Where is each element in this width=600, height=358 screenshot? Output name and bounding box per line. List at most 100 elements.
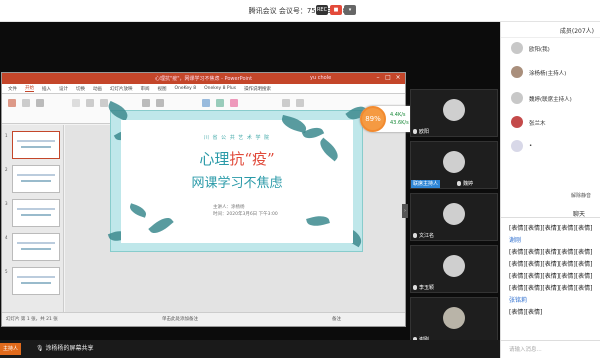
close-icon[interactable]: × <box>393 74 403 82</box>
slide-title: 心理抗“疫” <box>199 150 275 168</box>
host-badge: 主持人 <box>0 343 22 355</box>
meeting-title: 腾讯会议 会议号：754 197 489 <box>248 7 352 15</box>
chat-input-placeholder: 请输入消息... <box>509 347 542 353</box>
minimize-icon[interactable]: – <box>373 74 383 82</box>
meeting-title-bar: 腾讯会议 会议号：754 197 489 REC ■ ▾ <box>0 0 600 22</box>
slide-thumbnail[interactable]: 4 <box>5 233 60 261</box>
members-header: 成员(207人) <box>501 22 600 38</box>
tab-transitions[interactable]: 切换 <box>76 86 85 92</box>
slide-time: 时间：2020年3月6日 下午3:00 <box>213 212 278 217</box>
member-item[interactable]: 欧阳(我) <box>511 42 597 56</box>
video-tile-name: 李玉颖 <box>419 285 435 291</box>
tab-slideshow[interactable]: 幻灯片放映 <box>110 86 133 92</box>
chat-message: [表情][表情][表情][表情][表情] <box>509 225 593 232</box>
tab-onekey8plus[interactable]: Onekey 8 Plus <box>204 86 236 91</box>
layout-icon[interactable] <box>36 99 44 107</box>
video-tile[interactable]: 文江名 <box>410 193 498 241</box>
ppt-user: yu chole <box>310 75 332 81</box>
ppt-ribbon-tabs: 文件 开始 插入 设计 切换 动画 幻灯片放映 审阅 视图 OneKey 8 O… <box>2 84 405 94</box>
video-tile-name: 文江名 <box>419 233 435 239</box>
member-item[interactable]: 魏婷(联席主持人) <box>511 92 597 106</box>
slide-thumbnails-pane: 1 2 3 4 5 <box>2 125 64 313</box>
notes-placeholder[interactable]: 单击此处添加备注 <box>162 316 198 322</box>
paste-icon[interactable] <box>8 99 16 107</box>
chat-tab[interactable]: 聊天 <box>573 209 585 218</box>
mic-icon <box>413 129 417 134</box>
member-item[interactable]: 张兰木 <box>511 116 597 130</box>
members-count: 成员(207人) <box>559 28 594 35</box>
chat-message: [表情][表情] <box>509 309 543 316</box>
chat-sender[interactable]: 谢刚 <box>509 236 600 245</box>
slide-thumbnail[interactable]: 1 <box>5 131 60 159</box>
paragraph-icon[interactable] <box>142 99 150 107</box>
member-name: 魏婷(联席主持人) <box>529 97 572 103</box>
slide-thumbnail[interactable]: 5 <box>5 267 60 295</box>
leaf-decoration <box>128 203 148 218</box>
tab-file[interactable]: 文件 <box>8 86 17 92</box>
side-panel: 成员(207人) 欧阳(我) 涂杨杨(主持人) 魏婷(联席主持人) 张兰木 • … <box>500 22 600 358</box>
current-slide[interactable]: 川 省 公 共 艺 术 学 院 心理抗“疫” 网课学习不焦虑 主讲人：涂杨杨 时… <box>105 100 369 252</box>
italic-icon[interactable] <box>100 99 108 107</box>
notes-button[interactable]: 备注 <box>332 316 341 322</box>
find-icon[interactable] <box>282 99 290 107</box>
bold-icon[interactable] <box>86 99 94 107</box>
avatar <box>443 255 465 277</box>
avatar <box>443 203 465 225</box>
video-tile[interactable]: 联席主持人 魏婷 <box>410 141 498 189</box>
chat-sender[interactable]: 张铭莉 <box>509 296 600 305</box>
stop-share-icon[interactable]: ■ <box>330 5 342 15</box>
align-icon[interactable] <box>156 99 164 107</box>
chat-input[interactable]: 请输入消息... <box>501 340 600 356</box>
share-owner-label: 🎙 涂杨杨的屏幕共享 <box>36 345 94 352</box>
ppt-window-title: 心理抗"疫"，网课学习不焦虑 - PowerPoint <box>154 76 253 82</box>
leaf-decoration <box>148 213 174 238</box>
tab-design[interactable]: 设计 <box>59 86 68 92</box>
member-item[interactable]: 涂杨杨(主持人) <box>511 66 597 80</box>
rec-indicator[interactable]: REC <box>316 5 328 15</box>
arrange-icon[interactable] <box>216 99 224 107</box>
tab-view[interactable]: 视图 <box>158 86 167 92</box>
font-icon[interactable] <box>72 99 80 107</box>
avatar <box>511 42 523 54</box>
upload-speed: 4.4K/s <box>390 112 406 118</box>
quick-styles-icon[interactable] <box>230 99 238 107</box>
mic-icon <box>413 233 417 238</box>
download-speed: 43.6K/s <box>390 120 409 126</box>
slide-count: 幻灯片 第 1 张，共 21 张 <box>6 317 58 322</box>
avatar <box>511 66 523 78</box>
slide-meta: 主讲人：涂杨杨 时间：2020年3月6日 下午3:00 <box>213 204 278 218</box>
member-name: • <box>529 143 533 149</box>
tab-onekey8[interactable]: OneKey 8 <box>175 86 197 91</box>
chat-message: [表情][表情][表情][表情][表情] <box>509 285 593 292</box>
more-icon[interactable]: ▾ <box>344 5 356 15</box>
leaf-decoration <box>306 213 330 229</box>
shapes-icon[interactable] <box>202 99 210 107</box>
video-tile[interactable]: 谢刚 <box>410 297 498 345</box>
tab-review[interactable]: 审阅 <box>141 86 150 92</box>
chat-message: [表情][表情][表情][表情][表情] <box>509 261 593 268</box>
chat-message: [表情][表情][表情][表情][表情] <box>509 273 593 280</box>
video-tile[interactable]: 欧阳 <box>410 89 498 137</box>
maximize-icon[interactable]: □ <box>383 74 393 82</box>
ppt-status-bar: 幻灯片 第 1 张，共 21 张 单击此处添加备注 备注 <box>2 312 405 326</box>
slide-thumbnail[interactable]: 2 <box>5 165 60 193</box>
video-tile[interactable]: 李玉颖 <box>410 245 498 293</box>
unmute-all-button[interactable]: 解除静音 <box>571 192 591 199</box>
video-tile-name: 欧阳 <box>419 129 430 135</box>
tab-insert[interactable]: 插入 <box>42 86 51 92</box>
member-name: 张兰木 <box>529 121 546 127</box>
member-item[interactable]: • <box>511 140 597 154</box>
slide-subtitle: 网课学习不焦虑 <box>191 176 283 191</box>
member-name: 欧阳(我) <box>529 47 550 53</box>
ppt-titlebar: 心理抗"疫"，网课学习不焦虑 - PowerPoint yu chole – □… <box>2 73 405 84</box>
slide-thumbnail[interactable]: 3 <box>5 199 60 227</box>
video-collapse-handle[interactable]: › <box>402 204 408 218</box>
tab-tell-me[interactable]: 操作说明搜索 <box>244 86 271 92</box>
replace-icon[interactable] <box>296 99 304 107</box>
tab-animations[interactable]: 动画 <box>93 86 102 92</box>
video-tile-name: 魏婷 <box>463 181 474 187</box>
tab-home[interactable]: 开始 <box>25 85 34 92</box>
slide-content: 川 省 公 共 艺 术 学 院 心理抗“疫” 网课学习不焦虑 主讲人：涂杨杨 时… <box>121 114 353 243</box>
new-slide-icon[interactable] <box>22 99 30 107</box>
chat-tab-bar: 聊天 <box>501 208 600 218</box>
